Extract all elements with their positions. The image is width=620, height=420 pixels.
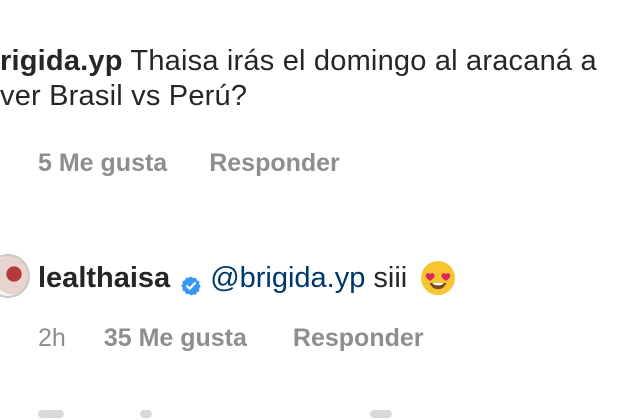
comment-username[interactable]: rigida.yp: [0, 45, 123, 77]
mention-link[interactable]: @brigida.yp: [210, 258, 365, 298]
reply-meta: 2h 35 Me gusta Responder: [38, 323, 424, 353]
heart-eyes-emoji-icon: [419, 259, 457, 297]
reply-username[interactable]: lealthaisa: [38, 258, 170, 298]
reply-comment-line: lealthaisa @brigida.yp siii: [38, 258, 457, 298]
partial-next-comment: [0, 402, 620, 420]
reply-button[interactable]: Responder: [293, 324, 424, 352]
verified-badge-icon: [180, 268, 202, 296]
comment-text: rigida.yp Thaisa irás el domingo al arac…: [0, 44, 600, 114]
reply-button[interactable]: Responder: [209, 148, 340, 178]
avatar[interactable]: [0, 254, 30, 298]
comment-meta: 5 Me gusta Responder: [38, 148, 340, 178]
like-count[interactable]: 5 Me gusta: [38, 148, 167, 178]
like-count[interactable]: 35 Me gusta: [104, 324, 247, 352]
timestamp: 2h: [38, 324, 66, 352]
comment-item: rigida.yp Thaisa irás el domingo al arac…: [0, 0, 620, 200]
reply-text: siii: [373, 262, 408, 294]
